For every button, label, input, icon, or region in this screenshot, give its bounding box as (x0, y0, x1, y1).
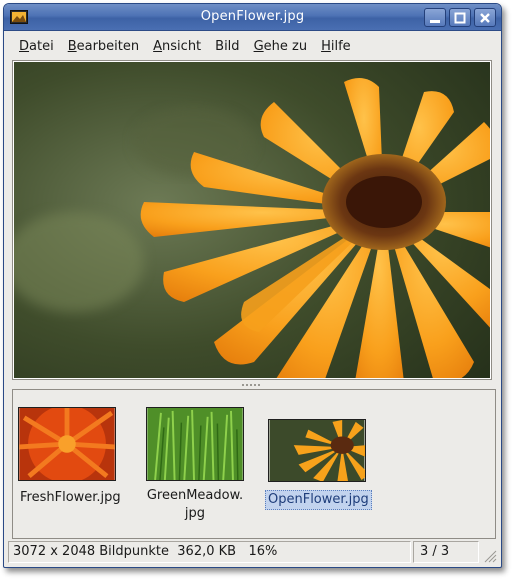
menu-gehe-zu[interactable]: Gehe zu (247, 39, 315, 54)
pane-splitter-handle[interactable] (241, 382, 261, 388)
title-bar[interactable]: OpenFlower.jpg (4, 4, 501, 31)
menu-bar: Datei Bearbeiten Ansicht Bild Gehe zu Hi… (4, 32, 501, 60)
thumbnail-strip: FreshFlower.jpg GreenMeadow. jpg OpenFlo… (12, 389, 496, 539)
thumbnail-greenmeadow[interactable]: GreenMeadow. jpg (141, 407, 249, 523)
close-button[interactable] (474, 8, 496, 27)
status-bar: 3072 x 2048 Bildpunkte 362,0 KB 16% 3 / … (8, 541, 497, 563)
image-position-status: 3 / 3 (413, 541, 479, 563)
thumbnail-label-freshflower: FreshFlower.jpg (20, 490, 121, 505)
thumbnail-openflower[interactable]: OpenFlower.jpg (265, 419, 372, 510)
resize-grip-icon (484, 550, 497, 563)
open-flower-thumbnail (268, 419, 366, 482)
green-meadow-thumbnail (146, 407, 244, 481)
menu-bearbeiten[interactable]: Bearbeiten (61, 39, 146, 54)
thumbnail-freshflower[interactable]: FreshFlower.jpg (18, 407, 121, 507)
menu-bild[interactable]: Bild (208, 39, 246, 54)
image-info-status: 3072 x 2048 Bildpunkte 362,0 KB 16% (8, 541, 411, 563)
minimize-button[interactable] (424, 8, 446, 27)
maximize-button[interactable] (449, 8, 471, 27)
resize-grip[interactable] (479, 541, 497, 563)
image-viewer-window: OpenFlower.jpg Datei Bearbeiten Ansicht … (3, 3, 502, 568)
close-icon (480, 12, 490, 23)
minimize-icon (430, 19, 440, 23)
menu-datei[interactable]: Datei (12, 39, 61, 54)
thumbnail-label-openflower: OpenFlower.jpg (265, 490, 372, 510)
fresh-flower-thumbnail (18, 407, 116, 481)
menu-ansicht[interactable]: Ansicht (146, 39, 208, 54)
menu-hilfe[interactable]: Hilfe (314, 39, 358, 54)
thumbnail-label-greenmeadow: GreenMeadow. jpg (146, 488, 244, 521)
image-display-area[interactable] (12, 60, 492, 380)
open-flower-image (14, 62, 490, 378)
maximize-icon (454, 12, 466, 23)
